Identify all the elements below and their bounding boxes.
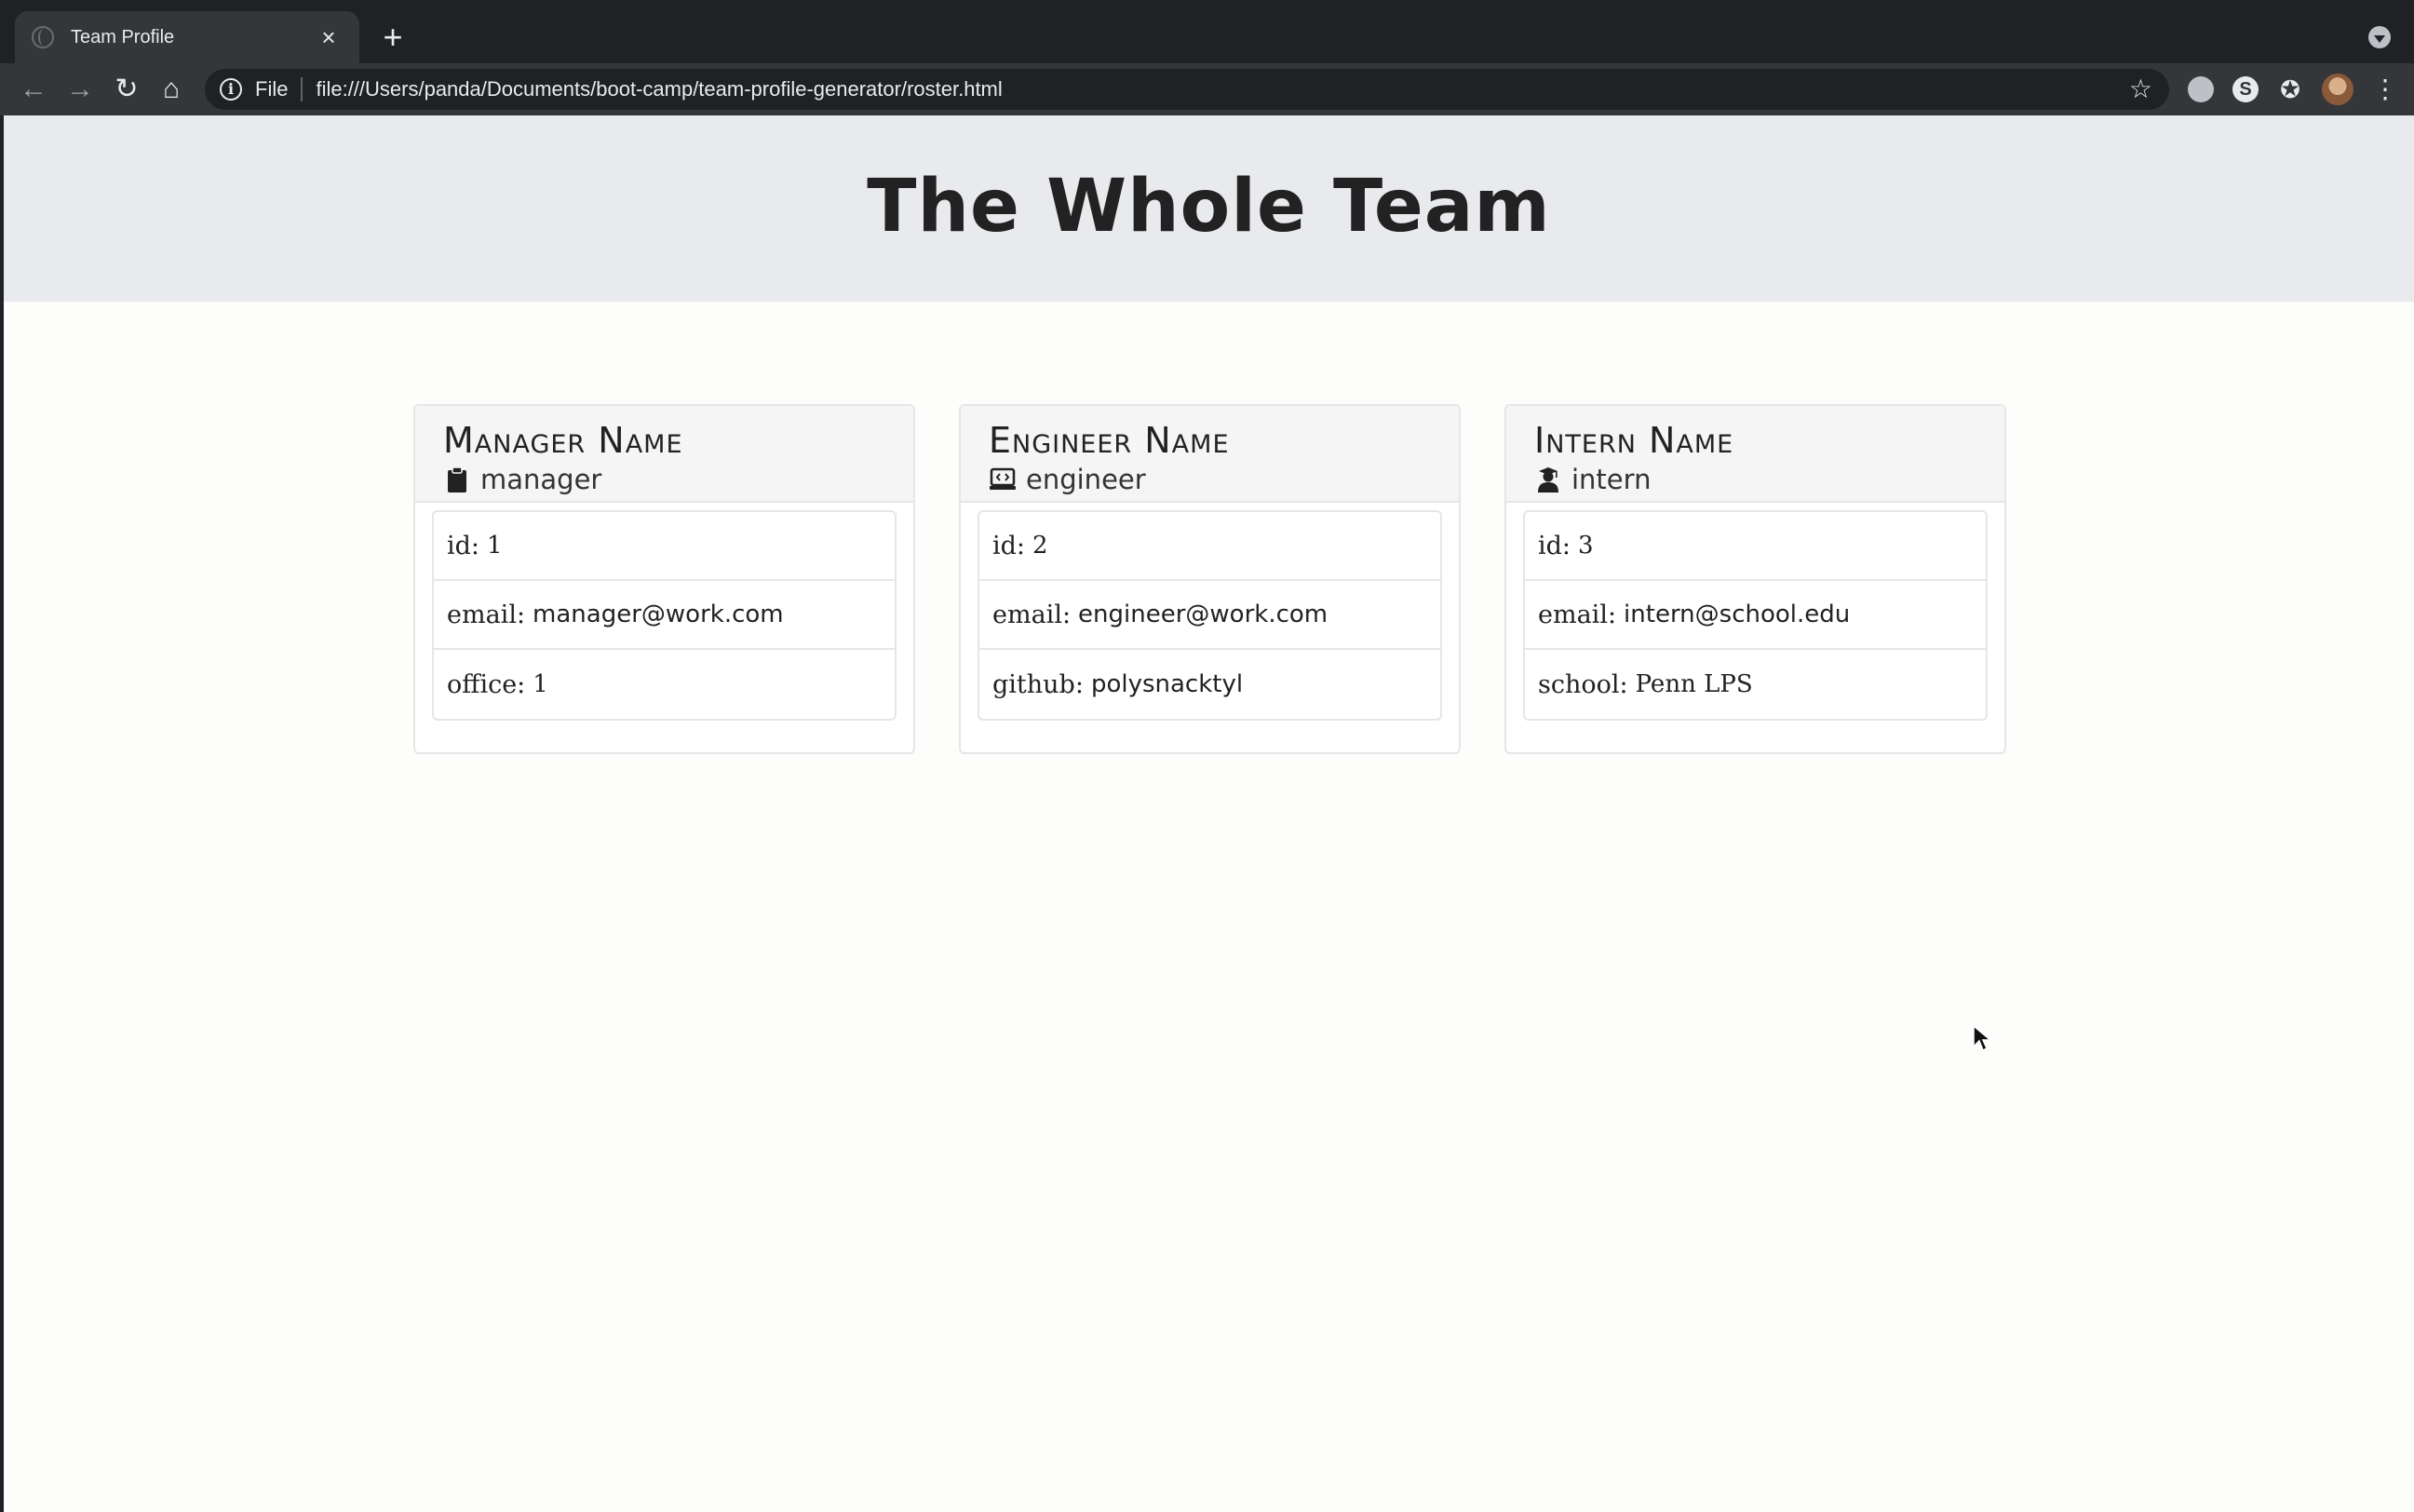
list-item-office: office: 1 (434, 650, 895, 719)
list-item-email: email: manager@work.com (434, 581, 895, 650)
manager-card: Manager Name manager id: 1 email: manage… (413, 404, 915, 754)
list-item-id: id: 2 (979, 512, 1440, 581)
engineer-card: Engineer Name engineer id: 2 email: engi… (959, 404, 1461, 754)
kebab-menu-icon[interactable]: ⋮ (2372, 74, 2398, 104)
employee-name: Engineer Name (989, 420, 1230, 461)
file-chip: File (255, 77, 303, 101)
employee-role: intern (1534, 464, 1976, 495)
item-value: 2 (1032, 532, 1048, 560)
item-label: office: (447, 669, 526, 699)
clipboard-icon (448, 466, 466, 493)
url-text[interactable]: file:///Users/panda/Documents/boot-camp/… (316, 77, 1002, 101)
list-item-school: school: Penn LPS (1525, 650, 1986, 719)
item-label: id: (447, 531, 480, 560)
employee-name: Manager Name (443, 420, 683, 461)
header-banner: The Whole Team (4, 115, 2414, 302)
team-cards: Manager Name manager id: 1 email: manage… (413, 404, 2050, 754)
card-header: Engineer Name engineer (961, 406, 1459, 503)
forward-arrow-icon[interactable]: → (61, 71, 99, 108)
info-icon[interactable]: i (220, 78, 242, 101)
employee-role: engineer (989, 464, 1431, 495)
details-list: id: 3 email: intern@school.edu school: P… (1523, 510, 1988, 721)
back-arrow-icon[interactable]: ← (15, 71, 52, 108)
tab-title: Team Profile (71, 26, 175, 47)
page-title: The Whole Team (867, 165, 1551, 249)
star-icon[interactable]: ☆ (2129, 74, 2152, 104)
details-list: id: 2 email: engineer@work.com github: p… (978, 510, 1442, 721)
item-label: email: (1538, 600, 1617, 629)
item-value: Penn LPS (1635, 670, 1753, 698)
new-tab-button[interactable]: + (376, 20, 410, 54)
email-link[interactable]: engineer@work.com (1078, 601, 1328, 628)
item-label: school: (1538, 669, 1628, 699)
card-header: Manager Name manager (415, 406, 913, 503)
email-link[interactable]: manager@work.com (533, 601, 784, 628)
mouse-cursor-icon (1973, 1024, 1992, 1052)
extension-circle-icon[interactable] (2188, 76, 2214, 102)
tab-search-icon[interactable] (2368, 26, 2391, 48)
home-icon[interactable]: ⌂ (153, 71, 190, 108)
graduate-icon (1538, 467, 1558, 493)
globe-icon (32, 26, 54, 48)
list-item-email: email: intern@school.edu (1525, 581, 1986, 650)
list-item-id: id: 1 (434, 512, 895, 581)
list-item-id: id: 3 (1525, 512, 1986, 581)
github-link[interactable]: polysnacktyl (1091, 670, 1243, 698)
intern-card: Intern Name intern id: 3 email: intern@s… (1504, 404, 2006, 754)
item-value: 3 (1578, 532, 1594, 560)
page-viewport: The Whole Team Manager Name manager id: … (4, 115, 2414, 1512)
email-link[interactable]: intern@school.edu (1624, 601, 1850, 628)
tab-team-profile[interactable]: Team Profile × (15, 11, 359, 63)
card-header: Intern Name intern (1506, 406, 2004, 503)
item-label: id: (1538, 531, 1571, 560)
profile-avatar[interactable] (2322, 74, 2353, 105)
extension-s-icon[interactable]: S (2232, 76, 2259, 102)
browser-toolbar: ← → ↻ ⌂ i File file:///Users/panda/Docum… (0, 63, 2414, 115)
employee-name: Intern Name (1534, 420, 1734, 461)
role-label: engineer (1026, 464, 1146, 495)
item-label: id: (992, 531, 1026, 560)
item-label: github: (992, 669, 1084, 699)
address-bar[interactable]: i File file:///Users/panda/Documents/boo… (205, 69, 2169, 110)
item-value: 1 (533, 670, 548, 698)
item-label: email: (447, 600, 526, 629)
employee-role: manager (443, 464, 885, 495)
browser-window: Team Profile × + ← → ↻ ⌂ i File file:///… (0, 0, 2414, 1512)
close-tab-icon[interactable]: × (315, 25, 343, 49)
laptop-code-icon (990, 467, 1016, 490)
reload-icon[interactable]: ↻ (108, 71, 145, 108)
list-item-github: github: polysnacktyl (979, 650, 1440, 719)
role-label: intern (1571, 464, 1652, 495)
details-list: id: 1 email: manager@work.com office: 1 (432, 510, 897, 721)
puzzle-icon[interactable]: ✪ (2277, 76, 2303, 102)
item-label: email: (992, 600, 1072, 629)
item-value: 1 (487, 532, 503, 560)
tab-strip: Team Profile × + (0, 0, 2414, 63)
role-label: manager (480, 464, 602, 495)
list-item-email: email: engineer@work.com (979, 581, 1440, 650)
